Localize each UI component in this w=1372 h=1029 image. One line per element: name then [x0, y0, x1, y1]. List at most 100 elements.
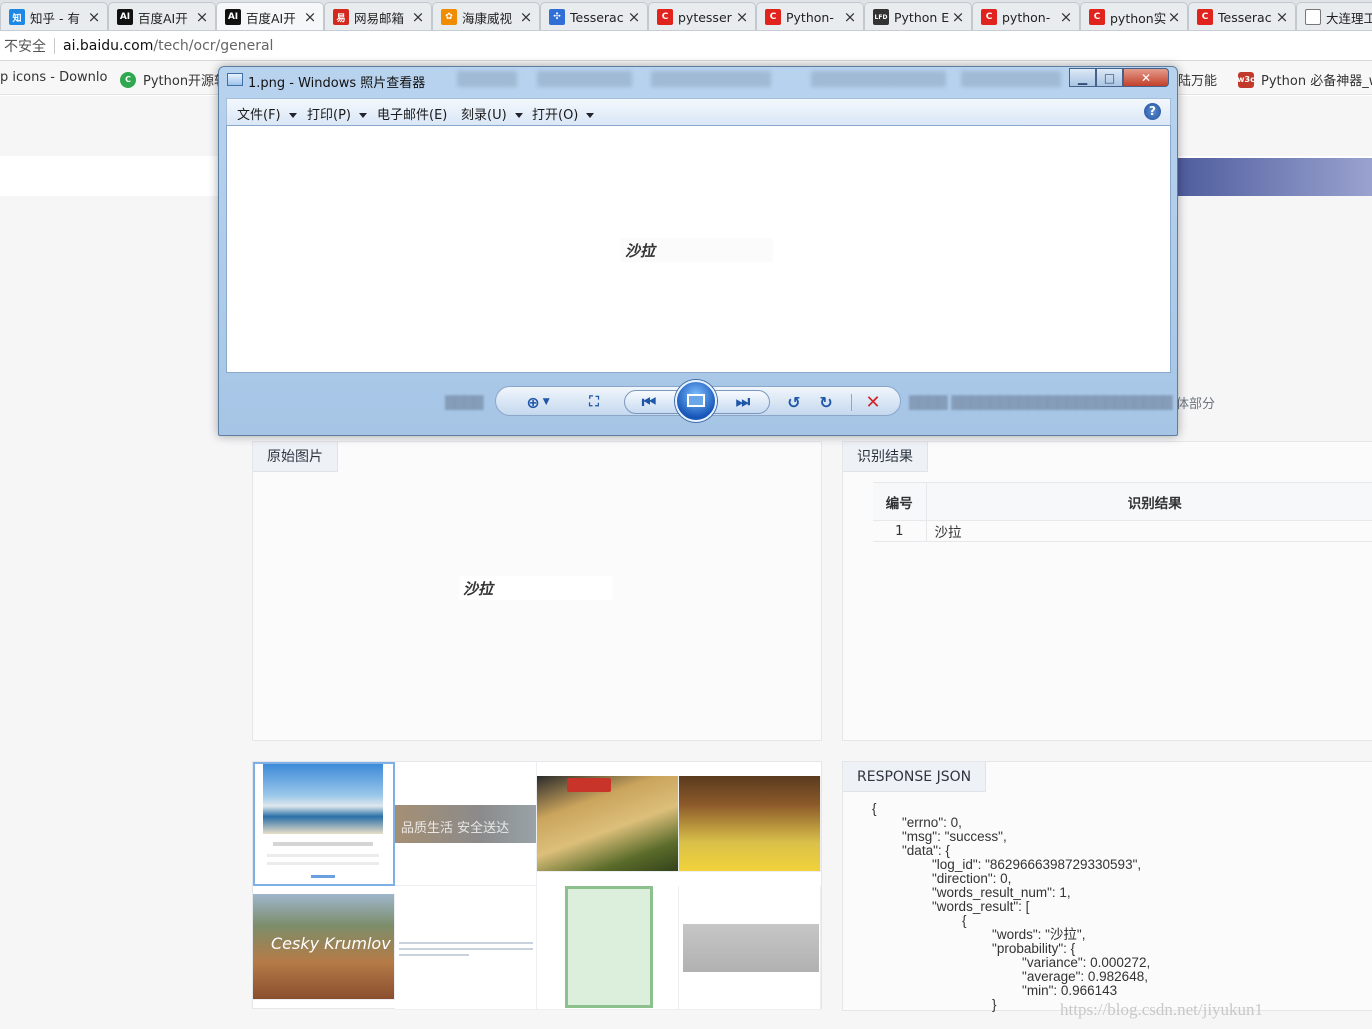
menu-print[interactable]: 打印(P) [307, 104, 367, 123]
thumb-caption: 品质生活 安全送达 [401, 821, 510, 836]
viewer-titlebar[interactable]: 1.png - Windows 照片查看器 ▁ □ ✕ [219, 67, 1177, 93]
col-result-header: 识别结果 [926, 482, 1372, 521]
tab-label: 百度AI开 [138, 10, 188, 26]
photo-viewer-window: 1.png - Windows 照片查看器 ▁ □ ✕ 文件(F) 打印(P) … [218, 66, 1178, 436]
sample-thumb-beach[interactable] [253, 762, 395, 886]
sample-thumb-text-doc[interactable] [395, 886, 537, 1010]
thumb-text-line [267, 854, 379, 857]
viewer-menubar: 文件(F) 打印(P) 电子邮件(E) 刻录(U) 打开(O) ? [226, 98, 1171, 125]
dropdown-arrow-icon [586, 113, 595, 118]
tab-close-icon[interactable]: × [735, 8, 749, 26]
help-icon[interactable]: ? [1144, 103, 1161, 120]
table-header-row: 编号 识别结果 [873, 482, 1372, 521]
sample-thumb-food[interactable] [537, 776, 679, 872]
browser-tab[interactable]: ✣ Tesserac × [540, 2, 648, 30]
blurred-background-tab [961, 71, 1061, 87]
slideshow-button[interactable] [675, 380, 717, 422]
sample-thumb-gray-text[interactable] [679, 886, 821, 1010]
zoom-icon[interactable]: ⊕ ▼ [518, 390, 558, 414]
browser-tab[interactable]: Cpytesser × [648, 2, 756, 30]
tab-label: Tesserac [1218, 9, 1272, 25]
thumb-text-line [267, 862, 379, 865]
menu-file-label: 文件(F) [237, 108, 281, 123]
table-row: 1 沙拉 [873, 520, 1372, 542]
browser-tab[interactable]: 知知乎 - 有 × [0, 2, 108, 30]
next-image-icon[interactable]: ⏭ [726, 390, 760, 414]
tab-close-icon[interactable]: × [519, 8, 533, 26]
tab-close-icon[interactable]: × [1059, 8, 1073, 26]
tab-response-json[interactable]: RESPONSE JSON [843, 762, 987, 792]
bookmark-label: 陆万能 [1178, 74, 1218, 89]
tab-close-icon[interactable]: × [303, 8, 317, 26]
bookmark-python-tools[interactable]: w3c Python 必备神器_w [1237, 70, 1372, 89]
maximize-button[interactable]: □ [1096, 68, 1123, 87]
rotate-clockwise-icon[interactable]: ↻ [814, 390, 838, 414]
browser-tab[interactable]: ✿ 海康威视 × [432, 2, 540, 30]
thumb-text-line [273, 842, 373, 846]
background-page-text: ████ [445, 395, 484, 410]
tab-result[interactable]: 识别结果 [843, 442, 928, 472]
tab-close-icon[interactable]: × [627, 8, 641, 26]
sample-thumb-slogan[interactable]: 品质生活 安全送达 [395, 762, 537, 886]
menu-open[interactable]: 打开(O) [532, 104, 595, 123]
menu-file[interactable]: 文件(F) [237, 104, 297, 123]
sample-image-grid: 品质生活 安全送达 Cesky Krumlov [252, 761, 822, 1010]
displayed-image-text: 沙拉 [625, 242, 656, 260]
tab-label: Tesserac [570, 9, 624, 25]
address-bar[interactable]: 不安全 ai.baidu.com /tech/ocr/general [0, 31, 1372, 61]
tab-close-icon[interactable]: × [1167, 8, 1181, 26]
displayed-image: 沙拉 [621, 238, 773, 262]
csdn-icon: C [1089, 9, 1105, 25]
bookmark-python-open-source[interactable]: C Python开源软 [120, 70, 227, 89]
sample-thumb-figurines[interactable] [679, 776, 821, 872]
csdn-watermark: https://blog.csdn.net/jiyukun1 [1060, 1000, 1264, 1019]
thumb-certificate-frame [565, 886, 653, 1008]
page-icon [1305, 9, 1321, 25]
tab-close-icon[interactable]: × [843, 8, 857, 26]
bookmark-icons-download[interactable]: p icons - Downlo [0, 70, 107, 85]
bookmark-wanneng[interactable]: 陆万能 [1178, 70, 1217, 89]
close-button[interactable]: ✕ [1123, 68, 1169, 87]
bookmark-label: p icons - Downlo [0, 70, 108, 85]
delete-icon[interactable]: ✕ [860, 390, 886, 414]
browser-tab[interactable]: AI 百度AI开 × [216, 2, 324, 30]
browser-tab[interactable]: 易网易邮箱 × [324, 2, 432, 30]
sample-thumb-town[interactable]: Cesky Krumlov [253, 894, 395, 1000]
browser-tab[interactable]: Cpython实 × [1080, 2, 1188, 30]
tab-close-icon[interactable]: × [195, 8, 209, 26]
browser-tab[interactable]: C Tesserac × [1188, 2, 1296, 30]
menu-email[interactable]: 电子邮件(E) [377, 104, 447, 123]
csdn-icon: C [981, 9, 997, 25]
tab-original-image[interactable]: 原始图片 [253, 442, 338, 472]
browser-tab[interactable]: 大连理工× [1296, 2, 1372, 30]
hikvision-icon: ✿ [441, 9, 457, 25]
sample-thumb-certificate[interactable] [537, 886, 679, 1010]
original-image-text: 沙拉 [463, 580, 494, 598]
csdn-icon: C [1197, 9, 1213, 25]
tab-label: 海康威视 [462, 10, 513, 26]
browser-tab[interactable]: Cpython- × [972, 2, 1080, 30]
tab-close-icon[interactable]: × [951, 8, 965, 26]
response-json-text: { "errno": 0, "msg": "success", "data": … [872, 801, 1151, 1012]
url-path[interactable]: /tech/ocr/general [153, 38, 273, 54]
original-image-panel: 原始图片 沙拉 [252, 441, 822, 741]
url-host[interactable]: ai.baidu.com [63, 38, 153, 54]
cell-result: 沙拉 [926, 520, 1372, 542]
browser-tab[interactable]: LFD Python E × [864, 2, 972, 30]
tab-close-icon[interactable]: × [411, 8, 425, 26]
browser-tab[interactable]: AI 百度AI开 × [108, 2, 216, 30]
tab-close-icon[interactable]: × [1275, 8, 1289, 26]
tab-close-icon[interactable]: × [87, 8, 101, 26]
baidu-paw-icon: ✣ [549, 9, 565, 25]
tab-label: Python- [786, 9, 834, 25]
minimize-button[interactable]: ▁ [1069, 68, 1096, 87]
menu-burn[interactable]: 刻录(U) [461, 104, 523, 123]
rotate-counterclockwise-icon[interactable]: ↺ [782, 390, 806, 414]
browser-tab[interactable]: C Python- × [756, 2, 864, 30]
viewer-title: 1.png - Windows 照片查看器 [248, 76, 426, 91]
response-json-panel: RESPONSE JSON { "errno": 0, "msg": "succ… [842, 761, 1372, 1012]
previous-image-icon[interactable]: ⏮ [632, 390, 666, 414]
fit-window-icon[interactable]: ⛶ [580, 390, 608, 414]
thumb-text-line [399, 954, 469, 956]
security-indicator[interactable]: 不安全 [0, 36, 46, 56]
